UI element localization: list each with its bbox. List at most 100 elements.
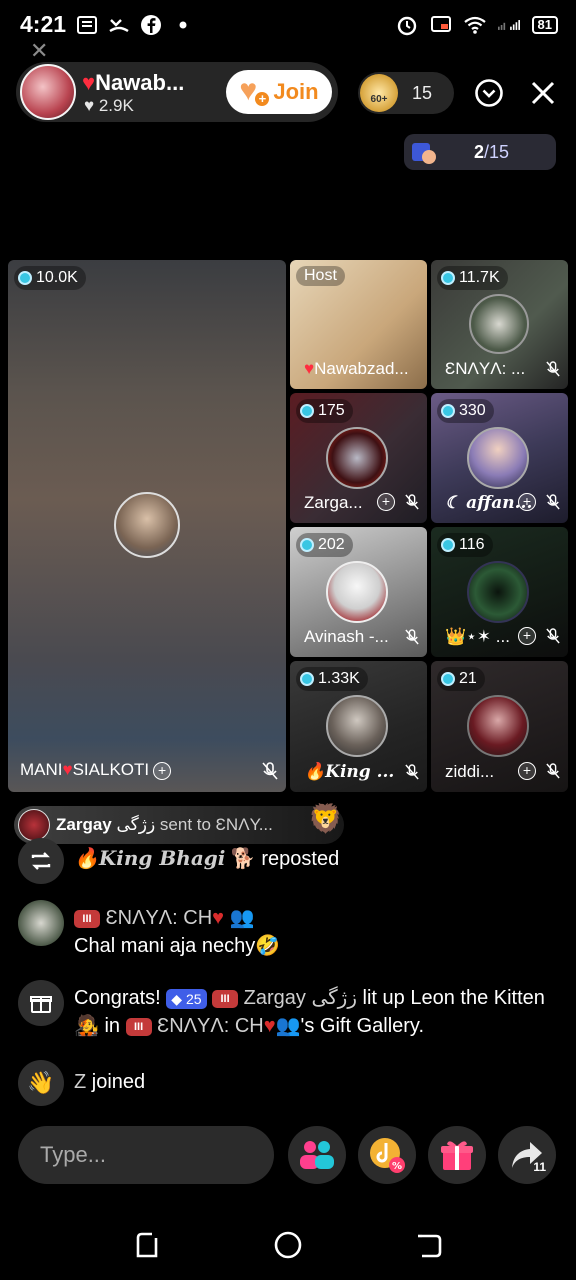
follow-plus-icon[interactable]: + [377,493,395,511]
participant-name: ♥Nawabzad... [304,359,409,379]
coin-count: 21 [459,670,477,687]
wave-hand-icon: 👋 [18,1060,64,1106]
multi-guest-button[interactable] [288,1126,346,1184]
home-icon[interactable] [271,1228,305,1262]
chat-user: Z [74,1071,87,1093]
join-button[interactable]: Join [226,70,332,114]
guest-count-pill[interactable]: 2/15 [404,134,556,170]
video-tile-avinash[interactable]: 202 Avinash -... [290,527,427,657]
participant-name: 🔥King ... [304,762,395,782]
back-icon[interactable] [412,1228,446,1262]
host-name: ♥Nawab... [82,70,184,96]
gem-badge: ◆ 25 [166,988,207,1009]
news-icon [76,14,98,36]
share-button[interactable]: 11 [498,1126,556,1184]
people-icon [300,1141,334,1169]
heart-icon: ♥ [62,760,73,779]
mic-muted-icon [405,629,419,645]
viewer-count: 15 [412,83,433,103]
coin-pill: 21 [437,667,485,691]
coin-icon [441,538,455,552]
video-tile-king[interactable]: 1.33K 🔥King ... [290,661,427,792]
participant-name: ƐNΛYΛ: ... [445,359,526,378]
signal-icon [497,14,520,36]
host-info-pill[interactable]: ♥Nawab... ♥ 2.9K Join [16,62,338,122]
chat-text: Z joined [74,1068,145,1096]
avatar[interactable] [467,427,529,489]
coin-count: 11.7K [459,269,500,286]
video-tile-zargay[interactable]: 175 Zarga... + [290,393,427,523]
follow-plus-icon[interactable]: + [153,761,172,780]
video-tile-enaya[interactable]: 11.7K ƐNΛYΛ: ... [431,260,568,389]
coin-pill: 175 [296,399,353,423]
video-tile-affan[interactable]: 330 ☾ affan... + [431,393,568,523]
chat-action: reposted [261,848,340,870]
avatar[interactable] [469,294,529,354]
chat-user: Zargay زژگی [243,987,357,1009]
follow-plus-icon[interactable]: + [518,627,536,645]
repost-icon [18,838,64,884]
promo-button[interactable]: % [358,1126,416,1184]
coin-icon [18,271,32,285]
heart-icon: ♥ [263,1015,276,1037]
coin-count: 10.0K [36,269,78,286]
mic-muted-icon [405,494,419,510]
video-tile-main[interactable]: 10.0K MANI♥SIALKOTI + [8,260,286,792]
close-icon[interactable] [526,76,560,110]
level-badge: III [74,909,100,928]
coin-icon [441,672,455,686]
gift-banner: Zargay زژگی sent to ƐNΛY... 🦁 [14,803,344,844]
follow-plus-icon[interactable]: + [518,762,536,780]
join-label: Join [273,79,319,104]
gift-button[interactable] [428,1126,486,1184]
share-count: 11 [533,1160,546,1174]
join-heart-plus-icon [239,74,270,108]
chat-prefix: Congrats! [74,987,161,1009]
status-bar: 4:21 ✕ 81 [0,0,576,63]
missed-call-icon [108,14,130,36]
avatar[interactable] [114,492,180,558]
svg-text:%: % [392,1161,402,1172]
people-icon: 👥 [229,907,255,929]
system-nav-bar [0,1210,576,1280]
video-tile-host[interactable]: Host ♥Nawabzad... [290,260,427,389]
viewer-count-pill[interactable]: 60+ 15 [358,72,454,114]
recent-apps-icon[interactable] [130,1228,164,1262]
chat-item: III ƐNΛYΛ: CH♥ 👥 Chal mani aja nechy🤣 [18,900,568,960]
heart-small-icon: ♥ [84,96,95,115]
collapse-chevron-icon[interactable] [472,76,506,110]
follow-plus-icon[interactable]: + [518,493,536,511]
guest-count-text: 2/15 [474,142,509,163]
mic-muted-icon [546,628,560,644]
avatar[interactable] [467,695,529,757]
video-tile-ziddi[interactable]: 21 ziddi... + [431,661,568,792]
people-icon: 👥 [275,1015,301,1037]
host-likes: ♥ 2.9K [84,96,134,116]
coin-icon [441,271,455,285]
participant-name-text: MANI [20,760,63,779]
coin-pill: 10.0K [14,266,86,290]
lion-gift-icon: 🦁 [308,803,343,834]
host-tag: Host [296,266,345,286]
coin-pill: 330 [437,399,494,423]
gift-sender-urdu: زژگی [116,815,156,834]
dog-icon: 🐕 [230,848,256,870]
host-name-text: Nawab... [95,70,185,95]
avatar[interactable] [326,561,388,623]
chat-message: Chal mani aja nechy🤣 [74,935,281,957]
gift-text: sent to ƐNΛY... [159,815,273,834]
host-avatar[interactable] [20,64,76,120]
status-time: 4:21 [20,11,67,37]
gem-icon: ◆ [171,990,183,1007]
heart-icon: ♥ [304,359,315,378]
video-tile-crown[interactable]: 116 👑⋆✶ ... + [431,527,568,657]
hand-icon [404,134,444,170]
avatar[interactable] [326,427,388,489]
avatar[interactable] [467,561,529,623]
mic-muted-icon [546,494,560,510]
comment-input[interactable]: Type... [18,1126,274,1184]
avatar[interactable] [326,695,388,757]
avatar[interactable] [18,900,64,946]
alarm-icon [396,14,418,36]
coin-pill: 1.33K [296,667,368,691]
